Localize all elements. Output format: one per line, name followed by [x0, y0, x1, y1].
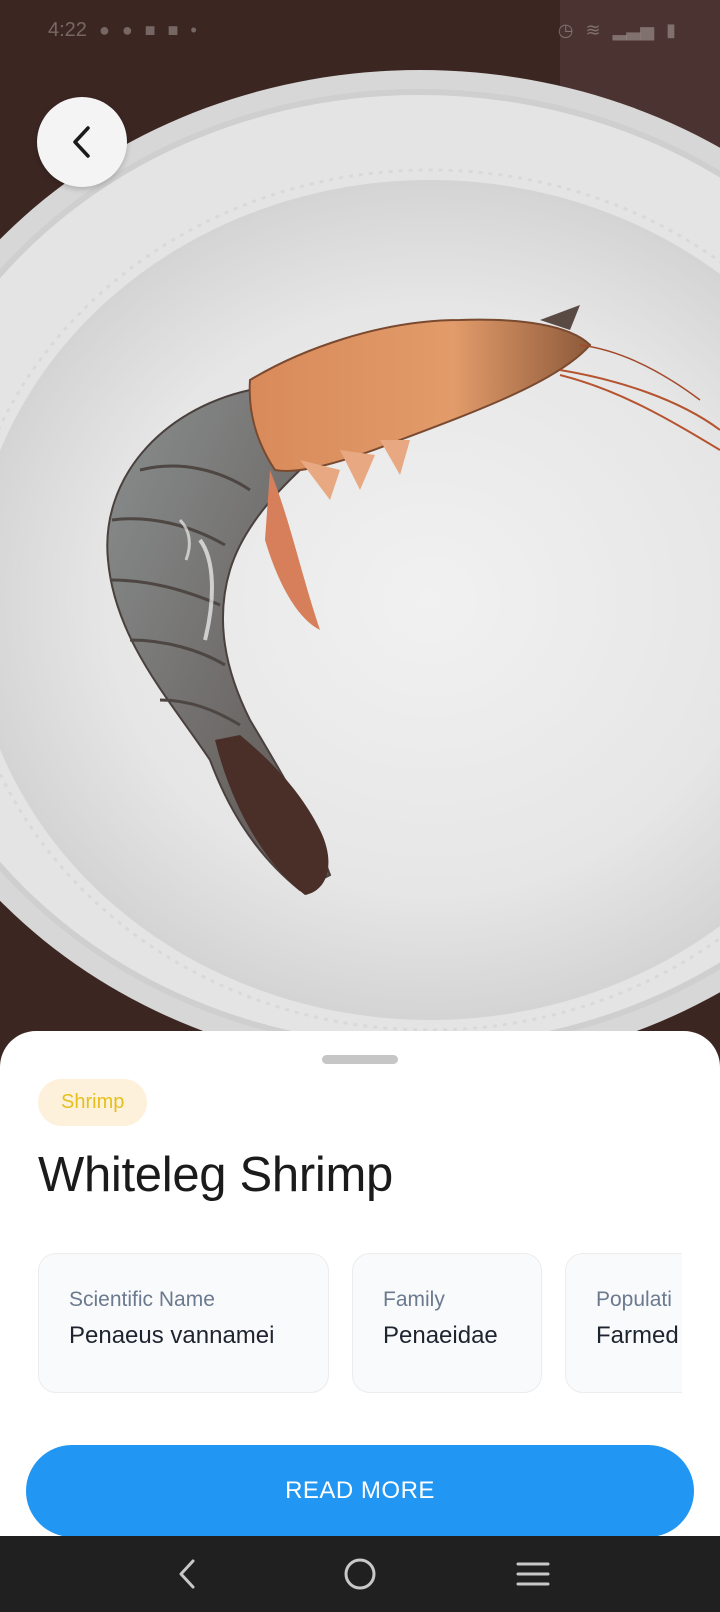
- species-details-sheet: Shrimp Whiteleg Shrimp Scientific Name P…: [0, 1031, 720, 1536]
- dot-icon: •: [190, 20, 197, 40]
- fact-label: Scientific Name: [69, 1288, 215, 1311]
- facebook-icon: ■: [144, 20, 156, 40]
- fact-value: Penaeus vannamei: [69, 1322, 275, 1349]
- facts-row: Scientific Name Penaeus vannamei Family …: [38, 1253, 682, 1395]
- whatsapp-icon: ●: [121, 20, 133, 40]
- screen: 4:22 ● ● ■ ■ • ◷ ≋ ▂▃▅ ▮ Shrimp Whiteleg…: [0, 0, 720, 1612]
- fact-label: Family: [383, 1288, 445, 1311]
- category-badge: Shrimp: [38, 1079, 148, 1126]
- nav-recents-button[interactable]: [503, 1544, 563, 1604]
- fact-value: Farmed: [596, 1322, 679, 1349]
- status-bar: 4:22 ● ● ■ ■ • ◷ ≋ ▂▃▅ ▮: [0, 0, 720, 60]
- recents-icon: [516, 1562, 550, 1586]
- status-bar-right: ◷ ≋ ▂▃▅ ▮: [558, 21, 676, 39]
- alarm-icon: ◷: [557, 20, 574, 40]
- facts-carousel[interactable]: Scientific Name Penaeus vannamei Family …: [38, 1253, 682, 1395]
- fact-card-population: Populati Farmed: [565, 1253, 682, 1393]
- battery-icon: ▮: [666, 20, 676, 40]
- fact-label: Populati: [596, 1288, 672, 1311]
- nav-back-button[interactable]: [157, 1544, 217, 1604]
- drag-handle[interactable]: [322, 1055, 398, 1064]
- signal-icon: ▂▃▅: [612, 20, 655, 40]
- chevron-left-icon: [73, 126, 90, 158]
- nav-home-button[interactable]: [330, 1544, 390, 1604]
- wifi-icon: ≋: [585, 20, 601, 40]
- read-more-button[interactable]: READ MORE: [26, 1445, 694, 1536]
- fact-value: Penaeidae: [383, 1322, 498, 1349]
- status-time: 4:22: [48, 18, 87, 41]
- messenger-icon: ●: [98, 20, 110, 40]
- fact-card-scientific-name: Scientific Name Penaeus vannamei: [38, 1253, 329, 1393]
- facebook-icon: ■: [167, 20, 179, 40]
- system-nav-bar: [0, 1536, 720, 1612]
- category-label: Shrimp: [61, 1091, 125, 1113]
- back-button[interactable]: [37, 97, 127, 187]
- home-icon: [344, 1558, 376, 1590]
- species-title: Whiteleg Shrimp: [38, 1148, 393, 1202]
- back-icon: [179, 1559, 195, 1589]
- status-bar-left: 4:22 ● ● ■ ■ •: [48, 19, 197, 42]
- fact-card-family: Family Penaeidae: [352, 1253, 542, 1393]
